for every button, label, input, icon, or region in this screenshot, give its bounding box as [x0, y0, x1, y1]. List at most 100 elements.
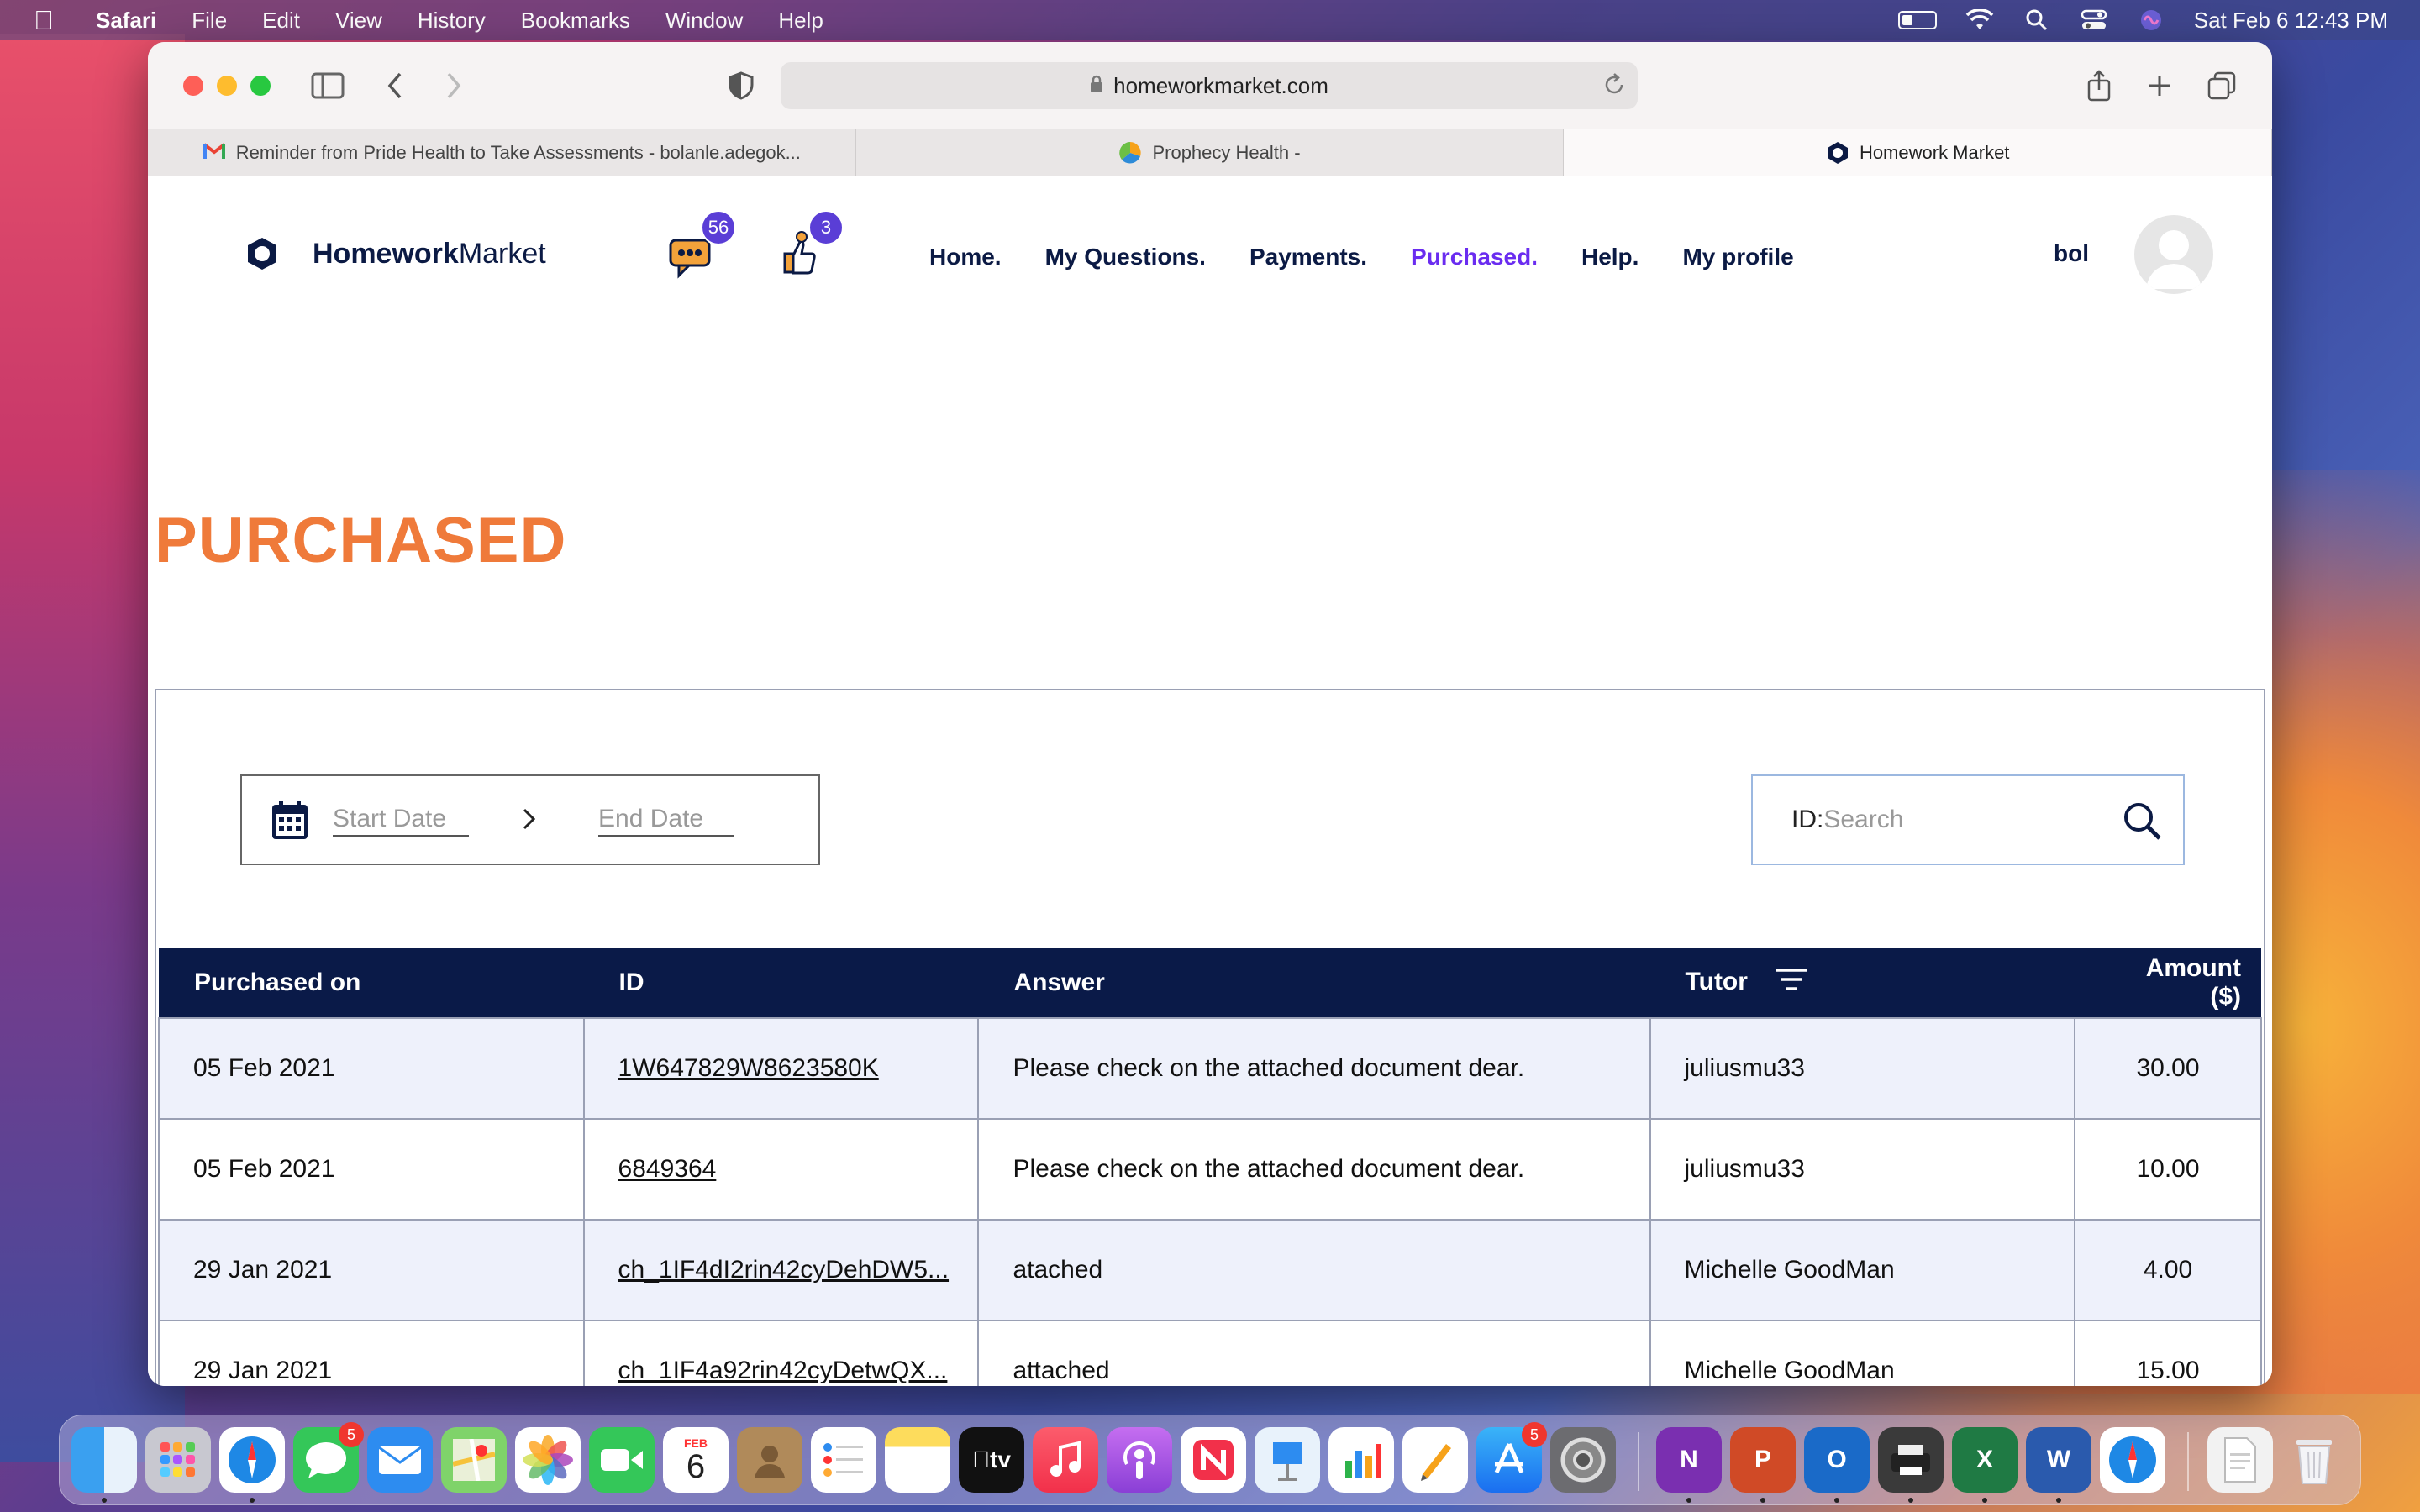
apple-tv-icon[interactable]: tv	[959, 1427, 1024, 1493]
purchase-id-link[interactable]: 6849364	[618, 1155, 978, 1184]
header-tutor[interactable]: Tutor	[1650, 948, 2075, 1018]
calendar-icon[interactable]	[271, 799, 309, 841]
tab-homework-market-title: Homework Market	[1859, 141, 2010, 163]
app-store-icon[interactable]: 5	[1476, 1422, 1547, 1493]
facetime-icon[interactable]	[589, 1427, 655, 1493]
printer-icon[interactable]	[1878, 1427, 1944, 1503]
purchase-id-link[interactable]: ch_1IF4a92rin42cyDetwQX...	[618, 1357, 978, 1385]
nav-help[interactable]: Help.	[1581, 244, 1639, 270]
outlook-icon[interactable]: O	[1804, 1427, 1870, 1503]
cell-amount: 10.00	[2074, 1118, 2262, 1221]
excel-icon[interactable]: X	[1952, 1427, 2018, 1503]
search-icon[interactable]	[2121, 800, 2163, 842]
privacy-shield-icon[interactable]	[723, 67, 760, 104]
menu-bookmarks[interactable]: Bookmarks	[521, 8, 630, 34]
zoom-window-button[interactable]	[250, 76, 271, 96]
launchpad-icon[interactable]	[145, 1427, 211, 1493]
menu-window[interactable]: Window	[666, 8, 743, 34]
pages-icon[interactable]	[1402, 1427, 1468, 1493]
keynote-icon[interactable]	[1255, 1427, 1320, 1493]
messages-button[interactable]: 56	[667, 210, 736, 279]
numbers-icon[interactable]	[1328, 1427, 1394, 1493]
address-bar[interactable]: homeworkmarket.com	[781, 62, 1638, 109]
menu-history[interactable]: History	[418, 8, 486, 34]
menu-edit[interactable]: Edit	[262, 8, 300, 34]
pdf-document-icon[interactable]	[2207, 1427, 2273, 1493]
header-answer[interactable]: Answer	[978, 948, 1649, 1018]
tab-overview-icon[interactable]	[2203, 67, 2240, 104]
lock-icon	[1090, 73, 1103, 99]
nav-purchased[interactable]: Purchased.	[1411, 244, 1538, 270]
safari-compass-icon[interactable]	[219, 1427, 285, 1503]
purchase-id-link[interactable]: ch_1IF4dI2rin42cyDehDW5...	[618, 1256, 978, 1284]
filter-icon[interactable]	[1775, 967, 1808, 999]
url-text[interactable]: homeworkmarket.com	[1113, 73, 1328, 99]
spotlight-search-icon[interactable]	[2023, 8, 2051, 33]
battery-icon[interactable]	[1897, 11, 1937, 29]
nav-my-profile[interactable]: My profile	[1682, 244, 1793, 270]
header-purchased-on[interactable]: Purchased on	[159, 948, 584, 1018]
tab-prophecy[interactable]: Prophecy Health -	[856, 129, 1565, 176]
onenote-icon[interactable]: N	[1656, 1427, 1722, 1503]
menu-file[interactable]: File	[192, 8, 227, 34]
menubar-datetime[interactable]: Sat Feb 6 12:43 PM	[2194, 8, 2388, 34]
id-search-box[interactable]: ID:	[1751, 774, 2185, 865]
end-date-input[interactable]: End Date	[598, 805, 734, 837]
site-header: Homework Market 56 3 Home. My Questions.…	[148, 176, 2272, 344]
nav-my-questions[interactable]: My Questions.	[1045, 244, 1206, 270]
start-date-input[interactable]: Start Date	[333, 805, 469, 837]
header-id[interactable]: ID	[584, 948, 979, 1018]
share-icon[interactable]	[2081, 67, 2118, 104]
system-preferences-icon[interactable]	[1550, 1427, 1616, 1493]
site-logo[interactable]: Homework Market	[245, 237, 546, 270]
avatar[interactable]	[2134, 215, 2213, 294]
menu-app-name[interactable]: Safari	[96, 8, 156, 34]
sidebar-toggle-icon[interactable]	[309, 67, 346, 104]
table-row[interactable]: 05 Feb 2021 6849364 Please check on the …	[158, 1118, 2262, 1221]
id-search-input[interactable]	[1823, 806, 2110, 834]
control-center-icon[interactable]	[2080, 8, 2108, 33]
news-icon[interactable]	[1181, 1427, 1246, 1493]
apple-icon[interactable]: 	[34, 5, 62, 36]
user-name[interactable]: bol	[2054, 240, 2089, 267]
table-row[interactable]: 29 Jan 2021 ch_1IF4dI2rin42cyDehDW5... a…	[158, 1219, 2262, 1321]
safari-technology-preview-icon[interactable]	[2100, 1427, 2165, 1493]
new-tab-icon[interactable]	[2141, 67, 2178, 104]
wifi-icon[interactable]	[1965, 8, 1994, 33]
cell-amount: 4.00	[2074, 1219, 2262, 1321]
purchase-id-link[interactable]: 1W647829W8623580K	[618, 1054, 978, 1083]
music-icon[interactable]	[1033, 1427, 1098, 1493]
siri-icon[interactable]	[2137, 8, 2165, 33]
powerpoint-icon[interactable]: P	[1730, 1427, 1796, 1503]
finder-icon[interactable]	[71, 1427, 137, 1503]
trash-icon[interactable]	[2281, 1427, 2347, 1493]
close-window-button[interactable]	[183, 76, 203, 96]
table-row[interactable]: 05 Feb 2021 1W647829W8623580K Please che…	[158, 1017, 2262, 1120]
calendar-app-icon[interactable]: FEB 6	[663, 1427, 729, 1493]
messages-app-icon[interactable]: 5	[293, 1422, 364, 1493]
homework-market-favicon	[1826, 141, 1849, 165]
tab-homework-market[interactable]: Homework Market	[1564, 129, 2272, 176]
word-icon[interactable]: W	[2026, 1427, 2091, 1503]
podcasts-icon[interactable]	[1107, 1427, 1172, 1493]
menu-view[interactable]: View	[335, 8, 382, 34]
notifications-button[interactable]: 3	[775, 210, 844, 279]
photos-icon[interactable]	[515, 1427, 581, 1493]
notes-icon[interactable]	[885, 1427, 950, 1493]
contacts-icon[interactable]	[737, 1427, 802, 1493]
cell-answer: attached	[977, 1320, 1651, 1386]
date-range-picker[interactable]: Start Date End Date	[240, 774, 820, 865]
maps-icon[interactable]	[441, 1427, 507, 1493]
reminders-icon[interactable]	[811, 1427, 876, 1493]
mail-icon[interactable]	[367, 1427, 433, 1493]
nav-payments[interactable]: Payments.	[1249, 244, 1367, 270]
table-row[interactable]: 29 Jan 2021 ch_1IF4a92rin42cyDetwQX... a…	[158, 1320, 2262, 1386]
back-icon[interactable]	[376, 67, 413, 104]
minimize-window-button[interactable]	[217, 76, 237, 96]
header-amount[interactable]: Amount ($)	[2075, 948, 2261, 1018]
menu-help[interactable]: Help	[778, 8, 823, 34]
nav-home[interactable]: Home.	[929, 244, 1002, 270]
forward-icon[interactable]	[435, 67, 472, 104]
tab-gmail[interactable]: Reminder from Pride Health to Take Asses…	[148, 129, 856, 176]
reload-icon[interactable]	[1602, 72, 1626, 103]
